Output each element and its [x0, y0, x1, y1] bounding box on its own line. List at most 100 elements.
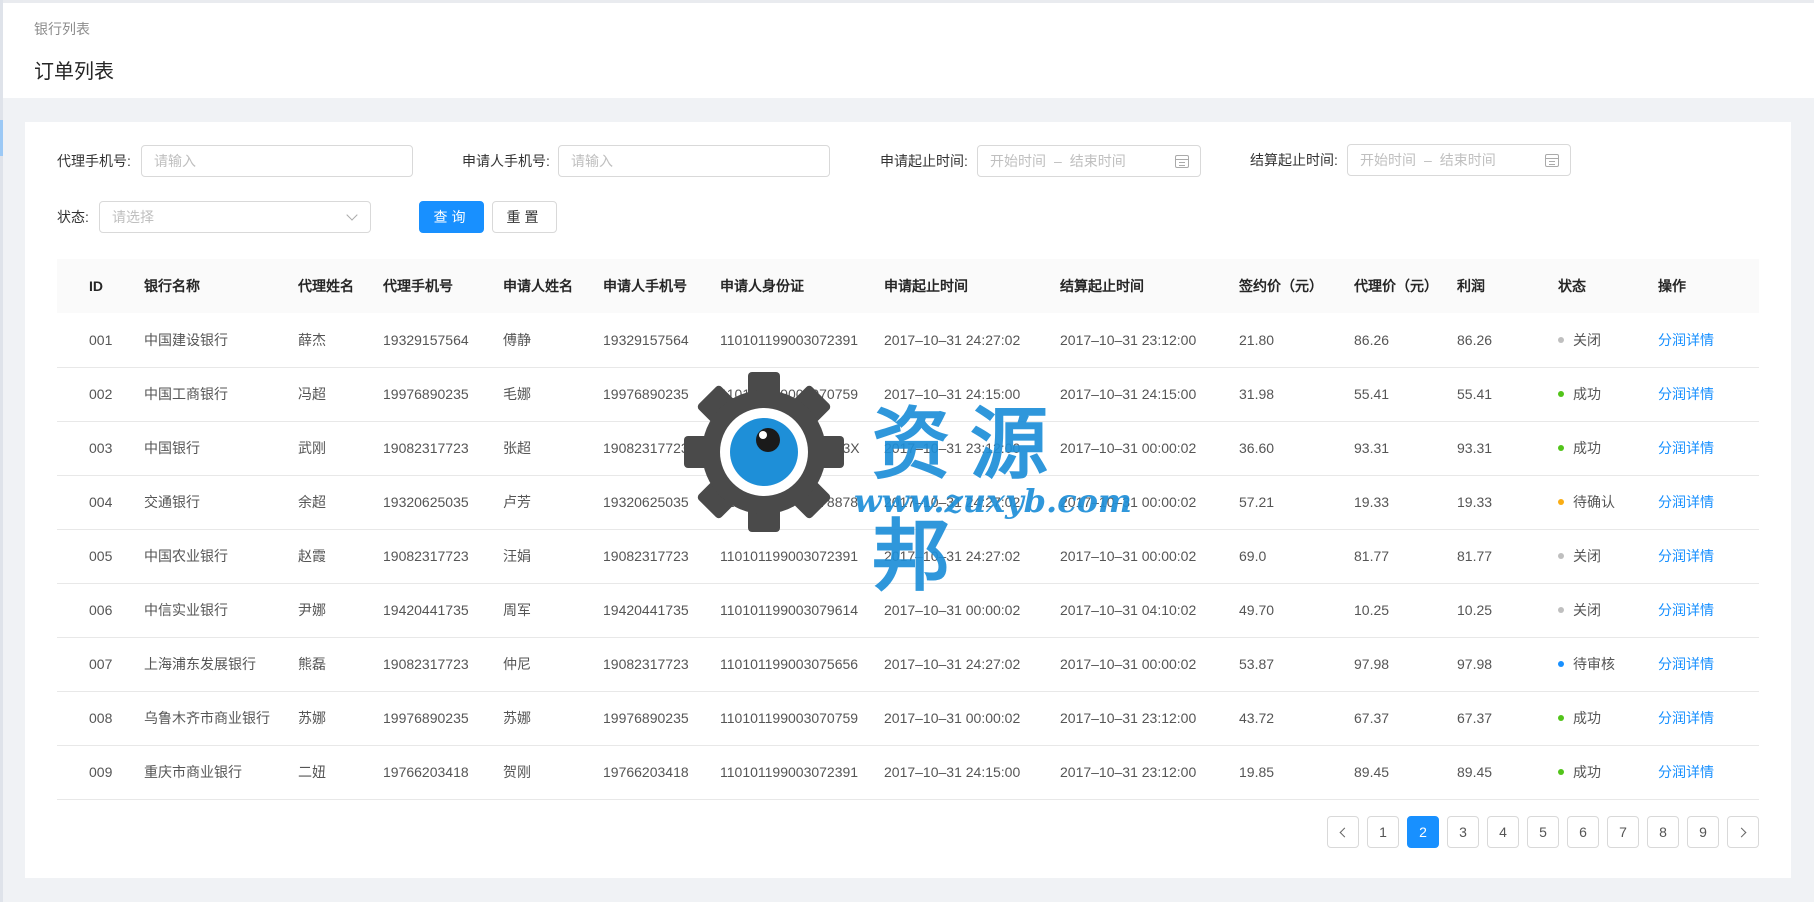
chevron-down-icon — [346, 209, 358, 221]
cell-apply-time: 2017–10–31 24:27:02 — [884, 494, 1021, 510]
status-text: 成功 — [1573, 764, 1601, 780]
column-header: 签约价（元） — [1239, 278, 1323, 294]
column-header: 银行名称 — [144, 278, 200, 294]
cell-sign-price: 69.0 — [1239, 548, 1267, 564]
profit-detail-link[interactable]: 分润详情 — [1658, 602, 1714, 618]
agent-phone-label: 代理手机号: — [57, 153, 131, 169]
agent-phone-field: 代理手机号: 请输入 — [57, 145, 413, 177]
cell-id-card: 110101199003072391 — [720, 548, 859, 564]
cell-agent-phone: 19082317723 — [383, 656, 469, 672]
page-5-button[interactable]: 5 — [1527, 816, 1559, 848]
applicant-phone-placeholder: 请输入 — [571, 153, 613, 169]
cell-profit: 10.25 — [1457, 602, 1493, 618]
cell-profit: 97.98 — [1457, 656, 1493, 672]
calendar-icon — [1175, 155, 1189, 168]
cell-profit: 89.45 — [1457, 764, 1493, 780]
cell-agent: 薛杰 — [298, 331, 326, 348]
cell-id-card: 110101199003070759 — [720, 386, 859, 402]
cell-agent: 冯超 — [298, 386, 326, 402]
status-text: 关闭 — [1573, 602, 1601, 618]
page-1-button[interactable]: 1 — [1367, 816, 1399, 848]
cell-id: 003 — [89, 440, 113, 456]
page-7-button[interactable]: 7 — [1607, 816, 1639, 848]
cell-applicant-phone: 19082317723 — [603, 656, 689, 672]
cell-applicant-phone: 19766203418 — [603, 764, 689, 780]
cell-sign-price: 36.60 — [1239, 440, 1275, 456]
cell-bank: 中信实业银行 — [144, 602, 228, 618]
table-row: 004 交通银行 余超 19320625035 卢芳 19320625035 1101011… — [57, 475, 1759, 529]
chevron-right-icon — [1736, 827, 1747, 837]
profit-detail-link[interactable]: 分润详情 — [1658, 548, 1714, 564]
cell-agent-phone: 19329157564 — [383, 331, 469, 348]
page-title: 订单列表 — [34, 61, 114, 83]
page-header: 银行列表 订单列表 — [3, 3, 1814, 98]
cell-profit: 86.26 — [1457, 331, 1493, 348]
page-4-button[interactable]: 4 — [1487, 816, 1519, 848]
cell-agent-price: 55.41 — [1354, 386, 1390, 402]
next-page-button[interactable] — [1727, 816, 1759, 848]
cell-applicant: 毛娜 — [503, 386, 531, 402]
cell-agent: 赵霞 — [298, 548, 326, 564]
apply-time-label: 申请起止时间: — [880, 153, 968, 169]
status-label: 状态: — [57, 209, 89, 225]
table-row: 003 中国银行 武刚 19082317723 张超 19082317723 1101011… — [57, 421, 1759, 475]
applicant-phone-input[interactable]: 请输入 — [558, 145, 830, 177]
settle-time-range-picker[interactable]: 开始时间 – 结束时间 — [1347, 144, 1571, 176]
page-2-button[interactable]: 2 — [1407, 816, 1439, 848]
content-card: 代理手机号: 请输入 申请人手机号: 请输入 申请起止时间: 开始时间 – 结束… — [25, 122, 1791, 878]
cell-settle-time: 2017–10–31 00:00:02 — [1060, 494, 1197, 510]
reset-button[interactable]: 重置 — [492, 201, 557, 233]
cell-action: 分润详情 — [1658, 583, 1759, 637]
page-6-button[interactable]: 6 — [1567, 816, 1599, 848]
profit-detail-link[interactable]: 分润详情 — [1658, 332, 1714, 348]
calendar-icon — [1545, 154, 1559, 167]
cell-agent-phone: 19082317723 — [383, 548, 469, 564]
cell-agent-phone: 19320625035 — [383, 494, 469, 510]
profit-detail-link[interactable]: 分润详情 — [1658, 656, 1714, 672]
cell-action: 分润详情 — [1658, 313, 1759, 367]
column-header: 状态 — [1558, 278, 1586, 294]
status-select[interactable]: 请选择 — [99, 201, 371, 233]
column-header: 代理价（元） — [1354, 278, 1438, 294]
apply-time-range-picker[interactable]: 开始时间 – 结束时间 — [977, 145, 1201, 177]
breadcrumb[interactable]: 银行列表 — [34, 19, 90, 39]
cell-applicant: 傅静 — [503, 331, 531, 348]
cell-status: 待确认 — [1558, 475, 1658, 529]
profit-detail-link[interactable]: 分润详情 — [1658, 764, 1714, 780]
cell-action: 分润详情 — [1658, 637, 1759, 691]
cell-apply-time: 2017–10–31 24:27:02 — [884, 331, 1021, 348]
cell-status: 成功 — [1558, 421, 1658, 475]
status-text: 成功 — [1573, 386, 1601, 402]
profit-detail-link[interactable]: 分润详情 — [1658, 710, 1714, 726]
query-button[interactable]: 查询 — [419, 201, 484, 233]
cell-id-card: 110101199003070759 — [720, 710, 859, 726]
applicant-phone-label: 申请人手机号: — [462, 153, 550, 169]
cell-apply-time: 2017–10–31 00:00:02 — [884, 602, 1021, 618]
cell-id: 008 — [89, 710, 113, 726]
cell-agent: 余超 — [298, 494, 326, 510]
profit-detail-link[interactable]: 分润详情 — [1658, 440, 1714, 456]
cell-action: 分润详情 — [1658, 529, 1759, 583]
cell-profit: 55.41 — [1457, 386, 1493, 402]
cell-action: 分润详情 — [1658, 475, 1759, 529]
status-placeholder: 请选择 — [112, 209, 154, 225]
table-row: 002 中国工商银行 冯超 19976890235 毛娜 19976890235 11010… — [57, 367, 1759, 421]
cell-applicant: 苏娜 — [503, 710, 531, 726]
status-dot-icon — [1558, 499, 1564, 506]
cell-applicant: 仲尼 — [503, 656, 531, 672]
cell-sign-price: 19.85 — [1239, 764, 1275, 780]
prev-page-button[interactable] — [1327, 816, 1359, 848]
page-8-button[interactable]: 8 — [1647, 816, 1679, 848]
agent-phone-input[interactable]: 请输入 — [141, 145, 413, 177]
cell-settle-time: 2017–10–31 00:00:02 — [1060, 440, 1197, 456]
column-header: 申请人身份证 — [720, 278, 804, 294]
page-9-button[interactable]: 9 — [1687, 816, 1719, 848]
status-dot-icon — [1558, 769, 1564, 776]
page-3-button[interactable]: 3 — [1447, 816, 1479, 848]
status-dot-icon — [1558, 715, 1564, 722]
profit-detail-link[interactable]: 分润详情 — [1658, 386, 1714, 402]
profit-detail-link[interactable]: 分润详情 — [1658, 494, 1714, 510]
apply-time-start: 开始时间 — [990, 153, 1046, 169]
cell-applicant: 贺刚 — [503, 764, 531, 780]
cell-profit: 81.77 — [1457, 548, 1493, 564]
